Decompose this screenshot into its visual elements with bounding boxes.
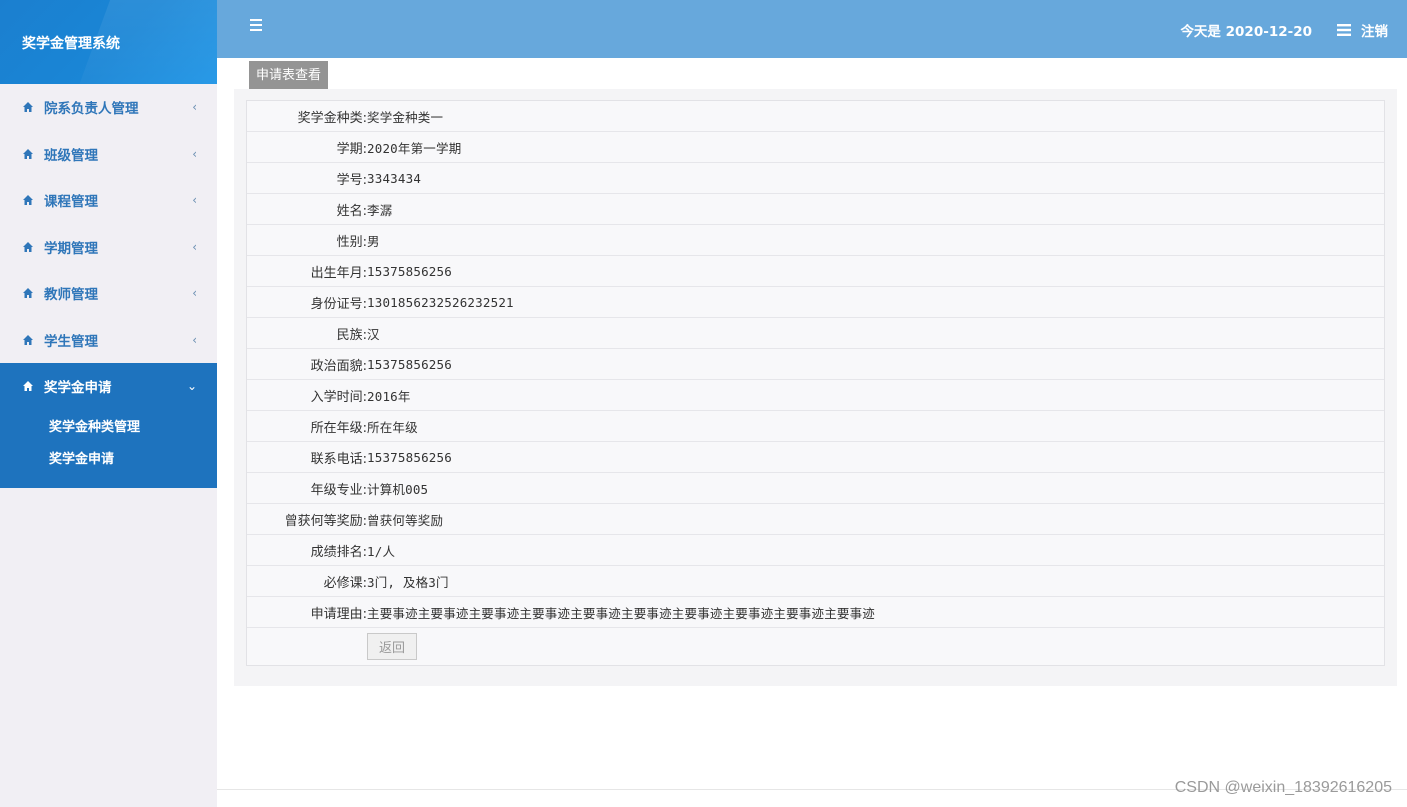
form-row-label: 必修课: <box>323 575 367 591</box>
sidebar-item-label: 院系负责人管理 <box>44 101 139 118</box>
sidebar-subitem-scholarship-types[interactable]: 奖学金种类管理 <box>49 412 217 444</box>
form-row-label: 所在年级: <box>310 420 367 436</box>
sidebar-submenu: 奖学金种类管理 奖学金申请 <box>0 410 217 488</box>
form-row: 必修课: 3门, 及格3门 <box>247 566 1384 597</box>
form-row: 学号: 3343434 <box>247 163 1384 194</box>
sidebar-item-class[interactable]: 班级管理 ‹ <box>0 131 217 178</box>
sidebar-item-dept-head[interactable]: 院系负责人管理 ‹ <box>0 84 217 131</box>
chevron-left-icon: ‹ <box>192 239 197 254</box>
form-row-value: 男 <box>367 233 380 249</box>
form-row: 所在年级: 所在年级 <box>247 411 1384 442</box>
form-row: 身份证号: 1301856232526232521 <box>247 287 1384 318</box>
home-icon <box>23 381 33 392</box>
form-row-value: 2016年 <box>367 388 411 404</box>
form-row-label: 曾获何等奖励: <box>284 513 367 529</box>
form-row-value: 曾获何等奖励 <box>367 512 444 528</box>
chevron-left-icon: ‹ <box>192 332 197 347</box>
logout-button[interactable]: 注销 <box>1337 20 1388 40</box>
form-row-value: 奖学金种类一 <box>367 109 444 125</box>
chevron-down-icon: ⌄ <box>186 379 197 394</box>
home-icon <box>23 334 33 345</box>
form-row: 曾获何等奖励: 曾获何等奖励 <box>247 504 1384 535</box>
form-row: 申请理由: 主要事迹主要事迹主要事迹主要事迹主要事迹主要事迹主要事迹主要事迹主要事… <box>247 597 1384 628</box>
form-row-value: 李潺 <box>367 202 393 218</box>
application-form: 奖学金种类: 奖学金种类一 学期: 2020年第一学期 学号: 3343434 姓名: 李潺性… <box>246 100 1385 666</box>
home-icon <box>23 241 33 252</box>
form-row-label: 出生年月: <box>310 265 367 281</box>
brand-decoration <box>77 0 217 84</box>
form-row-value: 所在年级 <box>367 419 418 435</box>
form-row-value: 15375856256 <box>367 356 452 372</box>
form-row-label: 年级专业: <box>310 482 367 498</box>
sidebar-item-label: 课程管理 <box>44 194 98 211</box>
form-row-label: 奖学金种类: <box>297 110 367 126</box>
form-row-label: 性别: <box>336 234 367 250</box>
form-row: 奖学金种类: 奖学金种类一 <box>247 101 1384 132</box>
sidebar-item-label: 奖学金申请 <box>44 380 112 397</box>
sidebar-item-course[interactable]: 课程管理 ‹ <box>0 177 217 224</box>
sidebar: 奖学金管理系统 院系负责人管理 ‹ 班级管理 ‹ 课程管理 ‹ 学期管理 ‹ 教… <box>0 0 217 807</box>
form-row-label: 申请理由: <box>310 606 367 622</box>
form-row-label: 学号: <box>336 172 367 188</box>
form-row: 年级专业: 计算机005 <box>247 473 1384 504</box>
today-date: 今天是 2020-12-20 <box>1180 24 1312 40</box>
form-row: 成绩排名: 1/人 <box>247 535 1384 566</box>
tab-application-view[interactable]: 申请表查看 <box>249 61 329 89</box>
form-row-value: 1301856232526232521 <box>367 294 514 310</box>
brand-area: 奖学金管理系统 <box>0 0 217 84</box>
form-row-value: 15375856256 <box>367 263 452 279</box>
form-row-label: 姓名: <box>336 203 367 219</box>
form-row-value: 计算机005 <box>367 481 429 497</box>
form-row-label: 民族: <box>336 327 367 343</box>
sidebar-item-semester[interactable]: 学期管理 ‹ <box>0 224 217 271</box>
watermark-text: CSDN @weixin_18392616205 <box>1174 779 1392 796</box>
home-icon <box>23 195 33 206</box>
form-row-value: 汉 <box>367 326 380 342</box>
form-row-value: 3门, 及格3门 <box>367 574 449 590</box>
back-button[interactable]: 返回 <box>367 633 417 660</box>
form-row-label: 成绩排名: <box>310 544 367 560</box>
form-row: 政治面貌: 15375856256 <box>247 349 1384 380</box>
top-header: 今天是 2020-12-20 注销 <box>217 0 1407 58</box>
form-row: 民族: 汉 <box>247 318 1384 349</box>
form-row-value: 2020年第一学期 <box>367 140 462 156</box>
list-icon <box>1337 24 1351 36</box>
sidebar-item-label: 学生管理 <box>44 333 98 350</box>
form-row-label: 身份证号: <box>310 296 367 312</box>
chevron-left-icon: ‹ <box>192 286 197 301</box>
home-icon <box>23 102 33 113</box>
sidebar-item-label: 学期管理 <box>44 240 98 257</box>
form-actions-row: 返回 <box>247 628 1384 665</box>
form-row-label: 入学时间: <box>310 389 367 405</box>
chevron-left-icon: ‹ <box>192 193 197 208</box>
sidebar-item-label: 班级管理 <box>44 147 98 164</box>
form-row: 姓名: 李潺 <box>247 194 1384 225</box>
form-row: 入学时间: 2016年 <box>247 380 1384 411</box>
sidebar-item-label: 教师管理 <box>44 287 98 304</box>
logout-label: 注销 <box>1361 24 1388 40</box>
form-row: 性别: 男 <box>247 225 1384 256</box>
home-icon <box>23 288 33 299</box>
chevron-left-icon: ‹ <box>192 146 197 161</box>
form-row-value: 3343434 <box>367 170 422 186</box>
form-row-label: 联系电话: <box>310 451 367 467</box>
sidebar-item-student[interactable]: 学生管理 ‹ <box>0 317 217 364</box>
form-row: 学期: 2020年第一学期 <box>247 132 1384 163</box>
sidebar-menu: 院系负责人管理 ‹ 班级管理 ‹ 课程管理 ‹ 学期管理 ‹ 教师管理 ‹ 学生… <box>0 84 217 488</box>
sidebar-item-scholarship[interactable]: 奖学金申请 ⌄ <box>0 363 217 410</box>
form-row-value: 15375856256 <box>367 449 452 465</box>
form-row-value: 主要事迹主要事迹主要事迹主要事迹主要事迹主要事迹主要事迹主要事迹主要事迹主要事迹 <box>367 605 876 621</box>
application-panel: 奖学金种类: 奖学金种类一 学期: 2020年第一学期 学号: 3343434 姓名: 李潺性… <box>234 89 1397 686</box>
form-row: 联系电话: 15375856256 <box>247 442 1384 473</box>
sidebar-group-scholarship: 奖学金申请 ⌄ 奖学金种类管理 奖学金申请 <box>0 363 217 488</box>
form-row-label: 政治面貌: <box>310 358 367 374</box>
form-row-value: 1/人 <box>367 543 396 559</box>
sidebar-subitem-scholarship-apply[interactable]: 奖学金申请 <box>49 444 217 476</box>
menu-toggle-icon[interactable] <box>250 19 262 33</box>
chevron-left-icon: ‹ <box>192 100 197 115</box>
sidebar-item-teacher[interactable]: 教师管理 ‹ <box>0 270 217 317</box>
home-icon <box>23 148 33 159</box>
form-row-label: 学期: <box>336 141 367 157</box>
form-row: 出生年月: 15375856256 <box>247 256 1384 287</box>
